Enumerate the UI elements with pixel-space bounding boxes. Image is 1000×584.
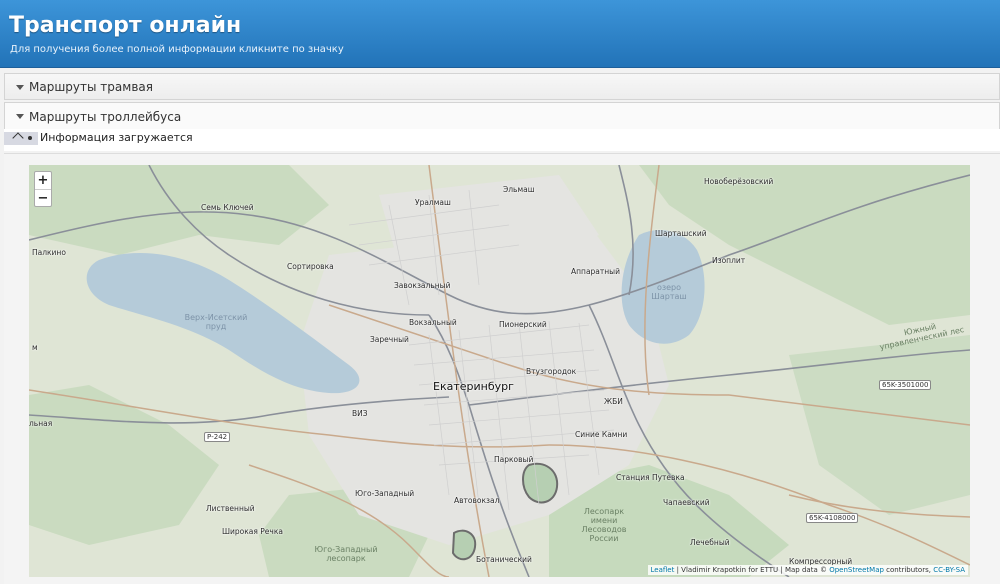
loading-row: Информация загружается [4,129,1000,151]
map-label: Втузгородок [526,367,577,376]
zoom-control: + − [34,171,52,207]
map-label: м [32,343,38,352]
map-label: ЖБИ [604,397,623,406]
road-shield: 65K-3501000 [879,380,932,390]
park-label: Юго-Западный лесопарк [314,545,378,563]
map-label-city: Екатеринбург [433,380,514,393]
attribution-contributors: contributors, [883,566,934,574]
map-attribution: Leaflet | Vladimir Krapotkin for ETTU | … [647,565,968,575]
lake-label: озеро Шарташ [651,283,687,301]
accordion-tram[interactable]: Маршруты трамвая [4,73,1000,100]
map-label: Шарташский [655,229,707,238]
map-label: Чапаевский [663,498,710,507]
map-label: Семь Ключей [201,203,254,212]
app-title: Транспорт онлайн [9,13,242,38]
app-header: Транспорт онлайн Для получения более пол… [0,0,1000,68]
map-label: льная [29,419,53,428]
leaflet-link[interactable]: Leaflet [651,566,675,574]
accordion-trolleybus-label: Маршруты троллейбуса [29,110,182,124]
attribution-author: | Vladimir Krapotkin for ETTU | Map data… [674,566,830,574]
park-label: Лесопарк имени Лесоводов России [581,507,627,543]
map-label: Завокзальный [394,281,451,290]
road-shield: 65K-4108000 [806,513,859,523]
map-label: Изоплит [712,256,746,265]
chevron-up-icon [12,132,24,144]
map-label: Станция Путевка [616,473,685,482]
map-label: Парковый [494,455,534,464]
loading-status: Информация загружается [40,131,193,144]
map-label: Палкино [32,248,66,257]
chevron-down-icon [16,85,24,90]
map-view[interactable]: + − Эльмаш Новоберёзовский Семь Ключей У… [29,165,970,577]
app-subtitle: Для получения более полной информации кл… [10,44,344,55]
map-label: Автовокзал [454,496,500,505]
bullet-icon [28,136,32,140]
map-label: Широкая Речка [222,527,283,536]
map-label: Юго-Западный [355,489,415,498]
map-label: Пионерский [499,320,547,329]
map-label: Уралмаш [415,198,451,207]
collapse-tab[interactable] [4,132,38,145]
map-label: Сортировка [287,262,334,271]
map-label: Лечебный [690,538,730,547]
zoom-in-button[interactable]: + [35,172,51,189]
map-label: ВИЗ [352,409,368,418]
lake-label: Верх-Исетский пруд [184,313,248,331]
map-label: Новоберёзовский [704,177,774,186]
map-label: Аппаратный [571,267,620,276]
chevron-down-icon [16,114,24,119]
accordion-tram-label: Маршруты трамвая [29,80,153,94]
license-link[interactable]: CC-BY-SA [933,566,965,574]
map-label: Эльмаш [503,185,535,194]
road-shield: Р-242 [204,432,231,442]
map-label: Лиственный [206,504,255,513]
map-label: Синие Камни [575,430,628,439]
osm-link[interactable]: OpenStreetMap [829,566,884,574]
zoom-out-button[interactable]: − [35,189,51,206]
map-label: Заречный [370,335,409,344]
map-label: Вокзальный [409,318,457,327]
map-label: Ботанический [476,555,532,564]
accordion-trolleybus[interactable]: Маршруты троллейбуса [4,102,1000,129]
